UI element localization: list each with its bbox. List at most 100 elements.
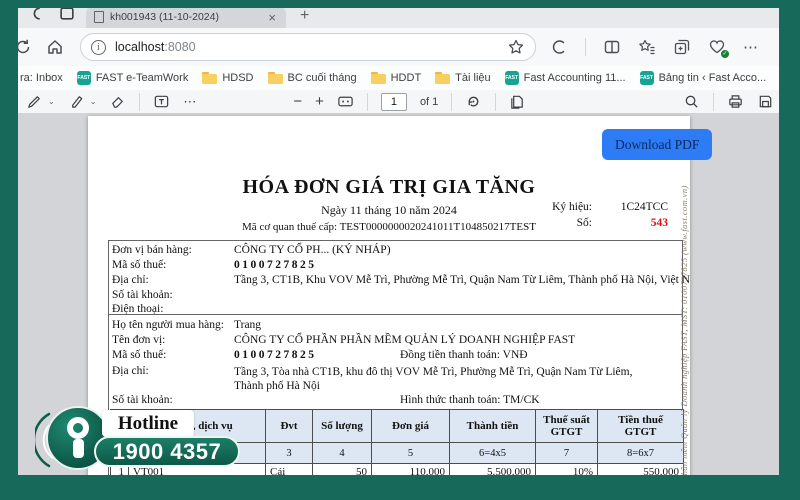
seller-phone-row: Điện thoại: bbox=[112, 303, 234, 315]
collections-icon[interactable] bbox=[673, 38, 691, 56]
save-icon[interactable] bbox=[757, 93, 774, 110]
fast-logo-icon: FAST bbox=[76, 71, 91, 85]
buyer-tax-row: Mã số thuế: 0100727825 bbox=[112, 349, 317, 361]
bookmark-inbox[interactable]: ra: Inbox bbox=[20, 72, 63, 84]
bookmark-label: ra: Inbox bbox=[20, 72, 63, 84]
seller-unit-label: Đơn vị bán hàng: bbox=[112, 244, 192, 256]
bookmark-bang-tin[interactable]: FAST Bảng tin ‹ Fast Acco... bbox=[639, 71, 766, 85]
tab-close-icon[interactable]: × bbox=[266, 11, 278, 24]
pdf-toolbar: ⌄ ⌄ ⋯ − + of 1 bbox=[0, 90, 800, 114]
navigation-bar: i localhost:8080 ✓ ⋯ bbox=[0, 28, 800, 66]
download-pdf-button[interactable]: Download PDF bbox=[602, 129, 712, 160]
copilot-icon[interactable] bbox=[550, 38, 568, 56]
invoice-title: HÓA ĐƠN GIÁ TRỊ GIA TĂNG bbox=[242, 176, 536, 198]
toolbar-divider bbox=[366, 92, 368, 111]
header-unit: Đvt bbox=[265, 409, 313, 443]
invoice-number-value: 543 bbox=[650, 217, 668, 229]
bookmark-label: Tài liệu bbox=[455, 72, 491, 84]
seller-account-label: Số tài khoản: bbox=[112, 289, 173, 301]
tab-favicon-icon bbox=[94, 11, 104, 23]
folder-icon bbox=[435, 72, 451, 84]
split-screen-icon[interactable] bbox=[603, 38, 621, 56]
seller-phone-label: Điện thoại: bbox=[112, 303, 164, 315]
home-button[interactable] bbox=[46, 38, 64, 56]
pen-dropdown-icon[interactable]: ⌄ bbox=[48, 97, 55, 106]
settings-menu-icon[interactable]: ⋯ bbox=[743, 38, 759, 56]
seller-address-label: Địa chỉ: bbox=[112, 274, 149, 286]
buyer-currency-line: Đồng tiền thanh toán: VNĐ bbox=[400, 349, 528, 361]
numbering-cell: 5 bbox=[371, 442, 450, 464]
essentials-check-badge: ✓ bbox=[721, 50, 729, 58]
bookmark-folder-hdsd[interactable]: HDSD bbox=[202, 72, 254, 84]
address-bar[interactable]: i localhost:8080 bbox=[80, 33, 536, 61]
seller-unit-value: CÔNG TY CỔ PH... (KÝ NHÁP) bbox=[234, 244, 391, 256]
hotline-pin-icon bbox=[66, 417, 90, 459]
bookmark-label: HDDT bbox=[390, 72, 422, 84]
highlighter-icon[interactable] bbox=[68, 93, 85, 110]
seller-tax-label: Mã số thuế: bbox=[112, 259, 167, 271]
invoice-serial-block: Ký hiệu: 1C24TCC Số: 543 bbox=[488, 201, 668, 233]
seller-account-row: Số tài khoản: bbox=[112, 289, 234, 301]
rotate-icon[interactable] bbox=[465, 93, 482, 110]
toolbar-divider bbox=[495, 92, 497, 111]
browser-tab[interactable]: kh001943 (11-10-2024) × bbox=[86, 6, 286, 28]
toolbar-divider bbox=[713, 92, 714, 111]
seller-address-row: Địa chỉ: Tầng 3, CT1B, Khu VOV Mễ Trì, Ph… bbox=[112, 274, 690, 286]
pdf-right-group bbox=[683, 92, 774, 111]
eraser-icon[interactable] bbox=[109, 93, 126, 110]
search-icon[interactable] bbox=[683, 93, 700, 110]
navbar-divider bbox=[585, 38, 586, 56]
buyer-name-value: Trang bbox=[234, 319, 262, 331]
numbering-cell: 4 bbox=[312, 442, 372, 464]
bookmark-fast-eteamwork[interactable]: FAST FAST e-TeamWork bbox=[76, 71, 188, 85]
buyer-name-row: Họ tên người mua hàng: Trang bbox=[112, 319, 261, 331]
frame-border-bottom bbox=[0, 475, 800, 500]
folder-icon bbox=[202, 72, 218, 84]
bookmark-fast-accounting[interactable]: FAST Fast Accounting 11... bbox=[504, 71, 626, 85]
fast-logo-icon: FAST bbox=[504, 71, 519, 85]
bookmark-folder-tai-lieu[interactable]: Tài liệu bbox=[435, 72, 491, 84]
folder-icon bbox=[370, 72, 386, 84]
zoom-in-button[interactable]: + bbox=[315, 94, 324, 109]
toolbar-more-icon[interactable]: ⋯ bbox=[183, 94, 197, 110]
add-text-icon[interactable] bbox=[153, 93, 170, 110]
page-number-input[interactable] bbox=[380, 92, 407, 111]
header-unit-price: Đơn giá bbox=[371, 409, 450, 443]
bookmark-label: HDSD bbox=[222, 72, 254, 84]
bookmark-star-button[interactable] bbox=[507, 38, 525, 56]
url-text: localhost:8080 bbox=[115, 40, 507, 54]
numbering-cell: 3 bbox=[265, 442, 313, 464]
page-view-icon[interactable] bbox=[509, 93, 526, 110]
url-port: :8080 bbox=[164, 40, 196, 54]
bookmark-folder-bc-cuoi-thang[interactable]: BC cuối tháng bbox=[267, 72, 357, 84]
new-tab-button[interactable]: + bbox=[300, 8, 309, 24]
hotline-number: 1900 4357 bbox=[94, 436, 240, 467]
toolbar-divider bbox=[139, 92, 141, 111]
frame-border-top bbox=[0, 0, 800, 8]
numbering-cell: 7 bbox=[535, 442, 598, 464]
fast-logo-icon: FAST bbox=[639, 71, 654, 85]
frame-border-left bbox=[0, 0, 18, 500]
buyer-address-value: Tầng 3, Tòa nhà CT1B, khu đô thị VOV Mễ … bbox=[234, 366, 633, 393]
fit-to-width-icon[interactable] bbox=[337, 93, 354, 110]
buyer-name-label: Họ tên người mua hàng: bbox=[112, 319, 224, 331]
pdf-annotate-group: ⌄ ⌄ ⋯ bbox=[26, 92, 197, 111]
folder-icon bbox=[267, 72, 283, 84]
browser-essentials-button[interactable]: ✓ bbox=[708, 38, 729, 58]
seller-unit-row: Đơn vị bán hàng: CÔNG TY CỔ PH... (KÝ NHÁ… bbox=[112, 244, 391, 256]
frame-border-right bbox=[779, 0, 800, 500]
header-quantity: Số lượng bbox=[312, 409, 372, 443]
bookmark-folder-hddt[interactable]: HDDT bbox=[370, 72, 422, 84]
page-count-label: of 1 bbox=[419, 95, 439, 108]
bookmark-label: Fast Accounting 11... bbox=[523, 72, 626, 84]
draw-pen-icon[interactable] bbox=[26, 93, 43, 110]
print-icon[interactable] bbox=[727, 93, 744, 110]
zoom-out-button[interactable]: − bbox=[293, 94, 302, 109]
highlighter-dropdown-icon[interactable]: ⌄ bbox=[90, 97, 97, 106]
favorites-icon[interactable] bbox=[638, 38, 656, 56]
seller-address-value: Tầng 3, CT1B, Khu VOV Mễ Trì, Phường Mễ … bbox=[234, 274, 690, 286]
buyer-tax-label: Mã số thuế: bbox=[112, 349, 167, 361]
site-info-icon[interactable]: i bbox=[91, 39, 106, 55]
bookmark-label: BC cuối tháng bbox=[287, 72, 357, 84]
header-amount: Thành tiền bbox=[449, 409, 536, 443]
